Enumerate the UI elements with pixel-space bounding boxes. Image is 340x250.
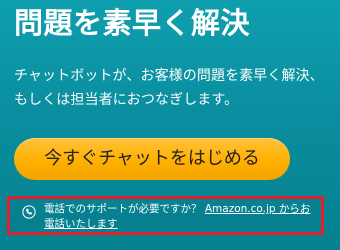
- phone-support-text: 電話でのサポートが必要ですか？ Amazon.co.jp からお電話いたします: [44, 202, 320, 232]
- phone-support-callout: 電話でのサポートが必要ですか？ Amazon.co.jp からお電話いたします: [7, 196, 324, 235]
- phone-icon: [22, 205, 36, 219]
- hero-description: チャットボットが、お客様の問題を素早く解決、もしくは担当者におつなぎします。: [14, 68, 324, 108]
- page-title: 問題を素早く解決: [14, 6, 251, 40]
- phone-support-prompt: 電話でのサポートが必要ですか？: [44, 203, 205, 215]
- chat-support-panel: 問題を素早く解決 チャットボットが、お客様の問題を素早く解決、もしくは担当者にお…: [0, 0, 340, 250]
- start-chat-button[interactable]: 今すぐチャットをはじめる: [14, 138, 290, 180]
